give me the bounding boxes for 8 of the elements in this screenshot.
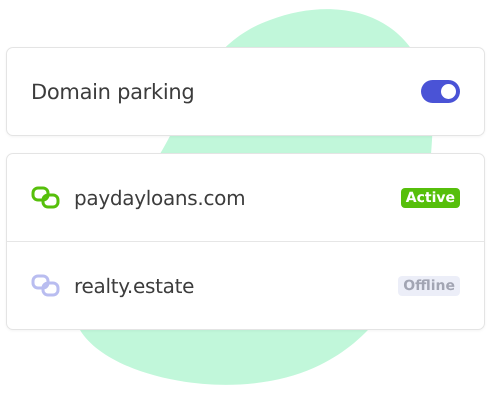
status-badge: Active xyxy=(400,188,460,208)
link-icon xyxy=(31,274,60,297)
status-badge: Offline xyxy=(398,276,460,296)
domain-name: paydayloans.com xyxy=(74,186,246,210)
link-icon xyxy=(31,186,60,209)
domain-name: realty.estate xyxy=(74,274,196,298)
setting-label: Domain parking xyxy=(31,80,196,104)
toggle-switch[interactable] xyxy=(421,80,460,103)
